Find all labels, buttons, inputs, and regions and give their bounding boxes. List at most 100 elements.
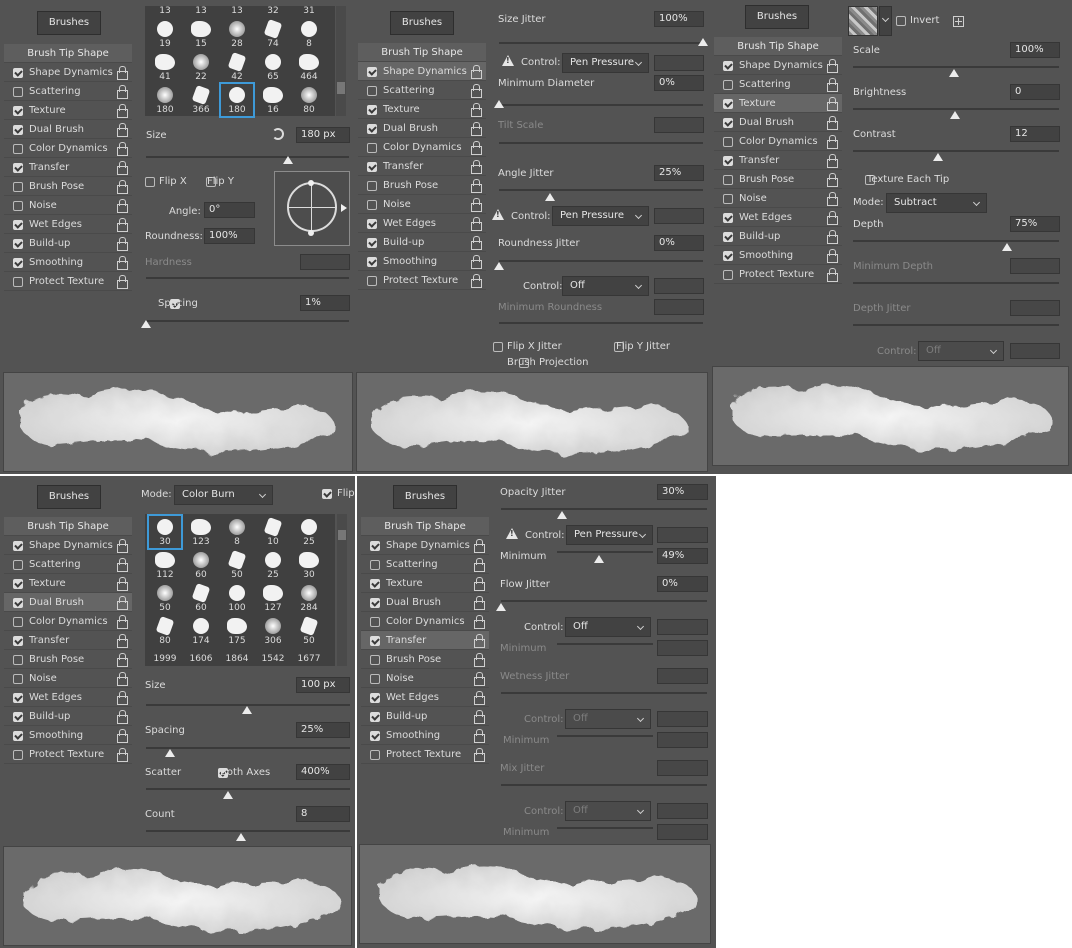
build-up-checkbox[interactable] bbox=[13, 712, 23, 722]
smoothing-checkbox[interactable] bbox=[367, 257, 377, 267]
sidebar-item-texture[interactable]: Texture bbox=[361, 574, 489, 593]
sidebar-item-transfer[interactable]: Transfer bbox=[361, 631, 489, 650]
sidebar-item-build-up[interactable]: Build-up bbox=[361, 707, 489, 726]
flow-jitter-slider-handle[interactable] bbox=[496, 603, 506, 611]
brush-preset[interactable]: 42 bbox=[221, 51, 253, 83]
sidebar-item-noise[interactable]: Noise bbox=[358, 195, 486, 214]
brush-preset[interactable]: 180 bbox=[219, 82, 255, 118]
sidebar-item-brush-pose[interactable]: Brush Pose bbox=[361, 650, 489, 669]
spacing-field[interactable]: 1% bbox=[300, 295, 350, 311]
angle-control-dropdown[interactable]: Pen Pressure bbox=[552, 206, 649, 226]
shape-dynamics-checkbox[interactable] bbox=[370, 541, 380, 551]
brush-preset[interactable]: 16 bbox=[257, 84, 289, 116]
build-up-checkbox[interactable] bbox=[723, 232, 733, 242]
wet-edges-checkbox[interactable] bbox=[13, 693, 23, 703]
brushes-button[interactable]: Brushes bbox=[393, 485, 457, 509]
brightness-slider[interactable] bbox=[853, 108, 1059, 110]
smoothing-checkbox[interactable] bbox=[723, 251, 733, 261]
angle-jitter-slider-handle[interactable] bbox=[545, 193, 555, 201]
lock-icon[interactable] bbox=[117, 180, 128, 194]
lock-icon[interactable] bbox=[117, 256, 128, 270]
depth-field[interactable]: 75% bbox=[1010, 216, 1060, 232]
texture-pattern-swatch[interactable] bbox=[848, 6, 878, 36]
noise-checkbox[interactable] bbox=[367, 200, 377, 210]
minimum-slider[interactable] bbox=[557, 551, 653, 553]
lock-icon[interactable] bbox=[471, 217, 482, 231]
lock-icon[interactable] bbox=[474, 596, 485, 610]
spacing-field[interactable]: 25% bbox=[296, 722, 350, 738]
texture-checkbox[interactable] bbox=[367, 105, 377, 115]
sidebar-item-brush-pose[interactable]: Brush Pose bbox=[358, 176, 486, 195]
dual-brush-checkbox[interactable] bbox=[13, 125, 23, 135]
brush-preset[interactable]: 100 bbox=[221, 582, 253, 614]
sidebar-item-protect-texture[interactable]: Protect Texture bbox=[361, 745, 489, 764]
depth-slider[interactable] bbox=[853, 240, 1059, 242]
lock-icon[interactable] bbox=[117, 66, 128, 80]
shape-dynamics-checkbox[interactable] bbox=[13, 541, 23, 551]
brush-preset[interactable]: 50 bbox=[221, 549, 253, 581]
sidebar-item-build-up[interactable]: Build-up bbox=[714, 227, 842, 246]
brush-preset[interactable]: 80 bbox=[293, 84, 325, 116]
sidebar-item-protect-texture[interactable]: Protect Texture bbox=[358, 271, 486, 290]
lock-icon[interactable] bbox=[117, 237, 128, 251]
lock-icon[interactable] bbox=[474, 729, 485, 743]
shape-dynamics-checkbox[interactable] bbox=[367, 67, 377, 77]
sidebar-item-smoothing[interactable]: Smoothing bbox=[4, 726, 132, 745]
minimum-slider-handle[interactable] bbox=[594, 555, 604, 563]
sidebar-item-dual-brush[interactable]: Dual Brush bbox=[358, 119, 486, 138]
sidebar-item-shape-dynamics[interactable]: Shape Dynamics bbox=[714, 56, 842, 75]
spacing-slider-handle[interactable] bbox=[165, 749, 175, 757]
scattering-checkbox[interactable] bbox=[13, 560, 23, 570]
brush-preset[interactable]: 10 bbox=[257, 516, 289, 548]
color-dynamics-checkbox[interactable] bbox=[13, 617, 23, 627]
lock-icon[interactable] bbox=[117, 710, 128, 724]
opacity-jitter-slider[interactable] bbox=[501, 508, 707, 510]
protect-texture-checkbox[interactable] bbox=[723, 270, 733, 280]
lock-icon[interactable] bbox=[117, 615, 128, 629]
texture-checkbox[interactable] bbox=[723, 99, 733, 109]
transfer-checkbox[interactable] bbox=[723, 156, 733, 166]
sidebar-item-smoothing[interactable]: Smoothing bbox=[4, 253, 132, 272]
sidebar-item-wet-edges[interactable]: Wet Edges bbox=[4, 215, 132, 234]
size-field[interactable]: 180 px bbox=[296, 127, 350, 143]
lock-icon[interactable] bbox=[471, 65, 482, 79]
lock-icon[interactable] bbox=[117, 104, 128, 118]
sidebar-item-brush-pose[interactable]: Brush Pose bbox=[4, 650, 132, 669]
lock-icon[interactable] bbox=[474, 615, 485, 629]
sidebar-item-transfer[interactable]: Transfer bbox=[714, 151, 842, 170]
brush-preset[interactable]: 8 bbox=[221, 516, 253, 548]
brush-preset[interactable]: 127 bbox=[257, 582, 289, 614]
flip-x-checkbox[interactable] bbox=[145, 177, 155, 187]
brush-pose-checkbox[interactable] bbox=[723, 175, 733, 185]
sidebar-item-color-dynamics[interactable]: Color Dynamics bbox=[4, 139, 132, 158]
lock-icon[interactable] bbox=[474, 691, 485, 705]
brush-preset[interactable]: 19 bbox=[149, 18, 181, 50]
dual-brush-checkbox[interactable] bbox=[367, 124, 377, 134]
lock-icon[interactable] bbox=[474, 539, 485, 553]
sidebar-item-noise[interactable]: Noise bbox=[4, 669, 132, 688]
size-slider-handle[interactable] bbox=[283, 156, 293, 164]
build-up-checkbox[interactable] bbox=[367, 238, 377, 248]
texture-mode-dropdown[interactable]: Subtract bbox=[886, 193, 987, 213]
protect-texture-checkbox[interactable] bbox=[13, 750, 23, 760]
brush-preset[interactable]: 50 bbox=[293, 615, 325, 647]
lock-icon[interactable] bbox=[827, 192, 838, 206]
lock-icon[interactable] bbox=[827, 249, 838, 263]
brush-preset[interactable]: 123 bbox=[185, 516, 217, 548]
brush-preset[interactable]: 74 bbox=[257, 18, 289, 50]
count-slider[interactable] bbox=[146, 830, 350, 832]
scatter-field[interactable]: 400% bbox=[296, 764, 350, 780]
size-slider-handle[interactable] bbox=[242, 706, 252, 714]
protect-texture-checkbox[interactable] bbox=[13, 277, 23, 287]
brush-preset[interactable]: 15 bbox=[185, 18, 217, 50]
sidebar-item-texture[interactable]: Texture bbox=[4, 101, 132, 120]
brush-preset[interactable]: 80 bbox=[149, 615, 181, 647]
sidebar-item-noise[interactable]: Noise bbox=[714, 189, 842, 208]
sidebar-item-shape-dynamics[interactable]: Shape Dynamics bbox=[361, 536, 489, 555]
sidebar-item-scattering[interactable]: Scattering bbox=[358, 81, 486, 100]
lock-icon[interactable] bbox=[471, 141, 482, 155]
brush-preset[interactable]: 41 bbox=[149, 51, 181, 83]
brush-tip-shape-item[interactable]: Brush Tip Shape bbox=[714, 37, 842, 56]
minimum-field[interactable]: 49% bbox=[657, 548, 708, 564]
lock-icon[interactable] bbox=[117, 218, 128, 232]
